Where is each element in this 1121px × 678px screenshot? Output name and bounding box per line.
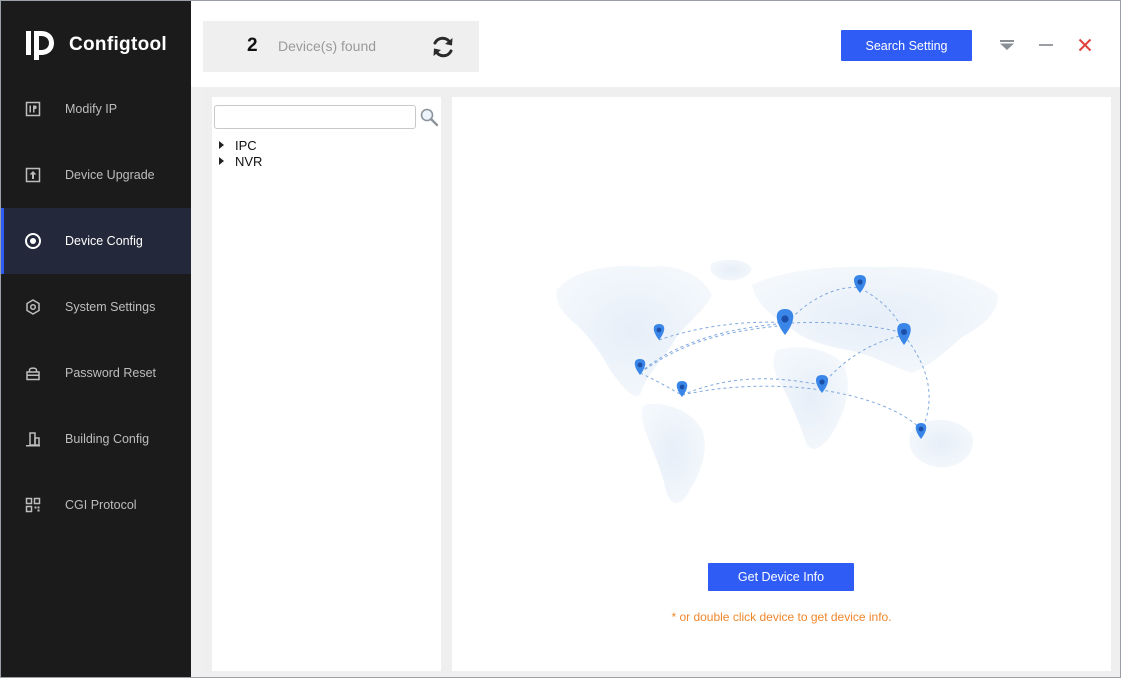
header-bar: 2 Device(s) found Search Setting: [191, 1, 1120, 87]
sidebar-item-label: System Settings: [65, 300, 156, 314]
tree-node-label: NVR: [235, 153, 263, 169]
device-count: 2: [247, 35, 258, 56]
sidebar-item-label: Building Config: [65, 432, 150, 446]
sidebar-item-password-reset[interactable]: Password Reset: [1, 340, 191, 406]
hex-gear-icon: [23, 297, 43, 317]
device-tree: IPC NVR: [217, 137, 262, 169]
sidebar-item-label: Password Reset: [65, 366, 157, 380]
sidebar-item-label: Modify IP: [65, 102, 118, 116]
sidebar-item-label: CGI Protocol: [65, 498, 137, 512]
hint-text: * or double click device to get device i…: [671, 610, 892, 624]
device-info-panel: Get Device Info * or double click device…: [452, 97, 1111, 671]
configtool-window: Configtool Modify IP Device Upgrade Devi…: [0, 0, 1121, 678]
search-icon[interactable]: [419, 107, 439, 127]
target-icon: [23, 231, 43, 251]
minimize-button[interactable]: [1035, 34, 1057, 56]
upgrade-icon: [23, 165, 43, 185]
sidebar-item-cgi-protocol[interactable]: CGI Protocol: [1, 472, 191, 538]
close-icon: [1078, 38, 1092, 52]
location-pin-icon: [776, 309, 794, 335]
location-pin-icon: [676, 381, 688, 397]
building-icon: [23, 429, 43, 449]
sidebar: Configtool Modify IP Device Upgrade Devi…: [1, 1, 191, 677]
sidebar-nav: Modify IP Device Upgrade Device Config S…: [1, 76, 191, 538]
expand-arrow-icon[interactable]: [219, 141, 224, 149]
sidebar-item-device-config[interactable]: Device Config: [1, 208, 191, 274]
sidebar-item-label: Device Upgrade: [65, 168, 155, 182]
minimize-icon: [1039, 44, 1053, 46]
dropdown-menu-button[interactable]: [996, 34, 1018, 56]
main-content: IPC NVR Get Device Info * or double clic…: [202, 87, 1120, 677]
lock-icon: [23, 363, 43, 383]
chevron-down-icon: [1000, 40, 1014, 50]
sidebar-item-device-upgrade[interactable]: Device Upgrade: [1, 142, 191, 208]
expand-arrow-icon[interactable]: [219, 157, 224, 165]
device-search-input[interactable]: [214, 105, 416, 129]
tree-node-label: IPC: [235, 137, 257, 153]
ip-icon: [23, 99, 43, 119]
device-tree-panel: IPC NVR: [212, 97, 441, 671]
continents: [556, 259, 998, 503]
grid-icon: [23, 495, 43, 515]
search-setting-button[interactable]: Search Setting: [841, 30, 972, 61]
get-device-info-button[interactable]: Get Device Info: [708, 563, 854, 591]
brand: Configtool: [23, 27, 167, 63]
tree-node-ipc[interactable]: IPC: [217, 137, 262, 153]
sidebar-item-label: Device Config: [65, 234, 143, 248]
device-count-label: Device(s) found: [278, 38, 377, 54]
sidebar-item-system-settings[interactable]: System Settings: [1, 274, 191, 340]
close-button[interactable]: [1074, 34, 1096, 56]
sidebar-item-modify-ip[interactable]: Modify IP: [1, 76, 191, 142]
refresh-icon[interactable]: [429, 33, 457, 61]
sidebar-item-building-config[interactable]: Building Config: [1, 406, 191, 472]
tree-node-nvr[interactable]: NVR: [217, 153, 262, 169]
world-map-illustration: [556, 259, 998, 503]
app-name: Configtool: [69, 34, 167, 55]
device-count-panel: 2 Device(s) found: [203, 21, 479, 72]
app-logo-icon: [26, 31, 54, 60]
